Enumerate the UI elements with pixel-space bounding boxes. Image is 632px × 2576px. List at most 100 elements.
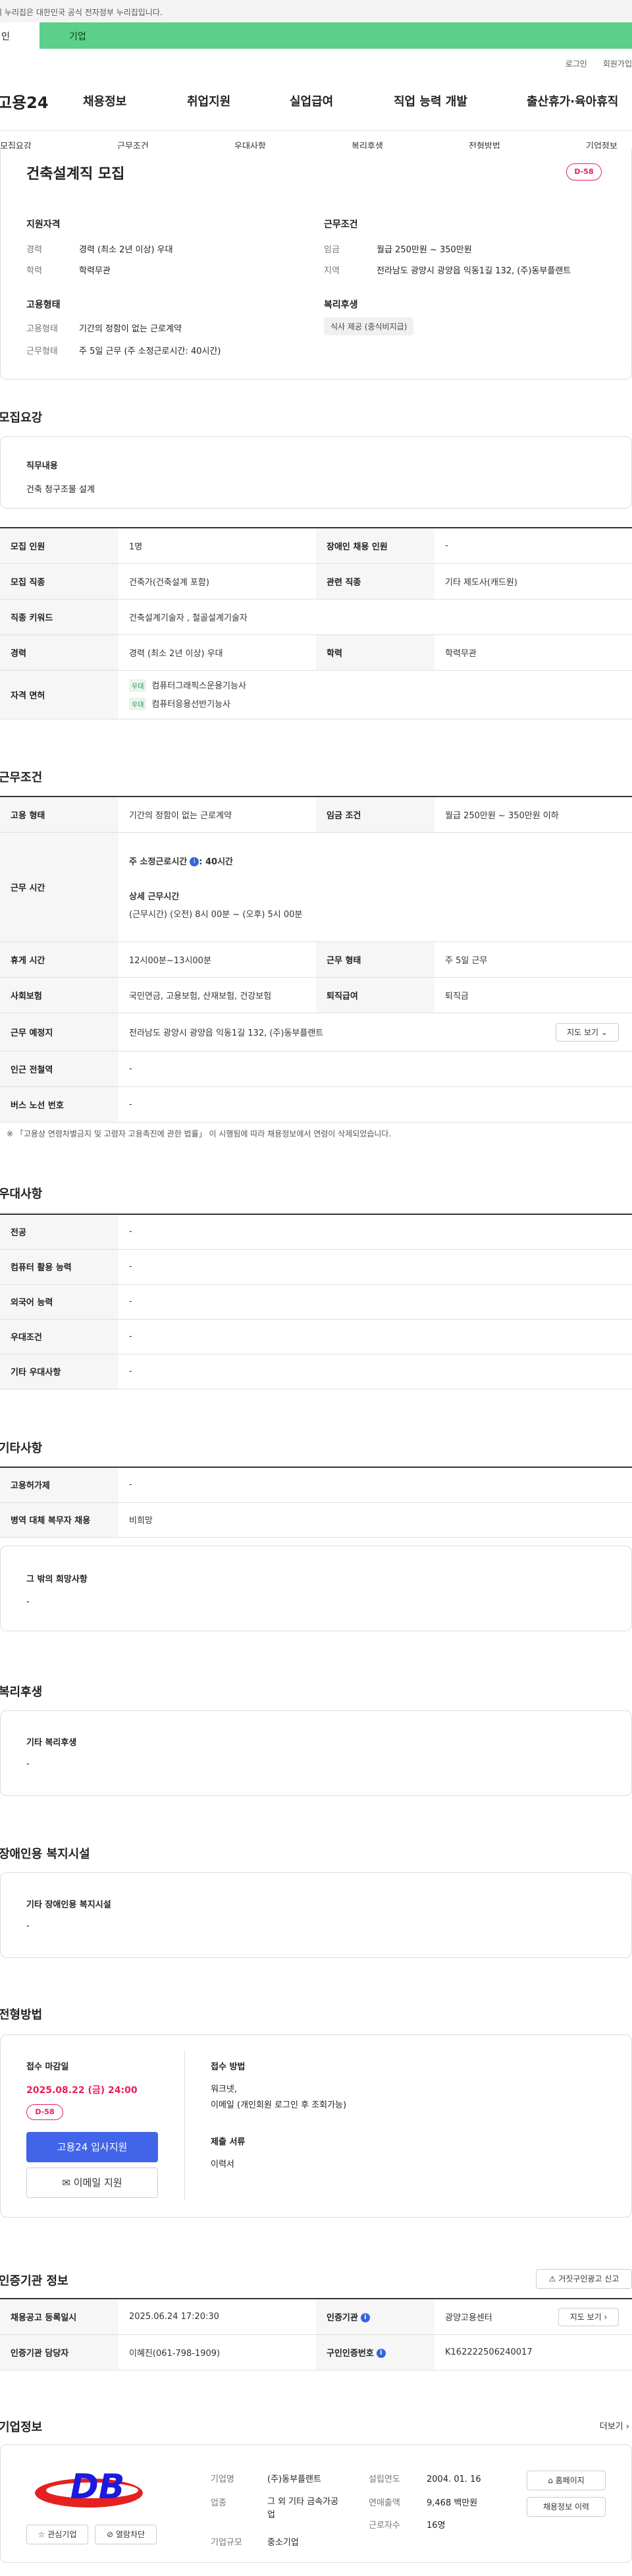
company-logo-text: DB — [70, 2467, 125, 2507]
apply-dday-badge: D-58 — [26, 2104, 63, 2120]
work-section-title: 근무조건 — [0, 771, 43, 785]
rest-value: 12시00분~13시00분 — [118, 941, 316, 978]
nav-parental-leave[interactable]: 출산휴가·육아휴직 — [527, 92, 618, 109]
report-button[interactable]: ⚠ 거짓구인광고 신고 — [536, 2269, 632, 2289]
chevron-right-icon: › — [604, 2312, 608, 2322]
reg-date-value: 2025.06.24 17:20:30 — [118, 2299, 316, 2335]
other-wish-box — [0, 1546, 632, 1631]
join-link[interactable]: 회원가입 — [603, 59, 632, 69]
count-label: 모집 인원 — [0, 528, 118, 564]
deadline-label: 접수 마감일 — [26, 2062, 69, 2072]
company-industry-label: 업종 — [211, 2498, 226, 2508]
founded-value: 2004. 01. 16 — [427, 2475, 481, 2484]
license-badge: 우대 — [129, 679, 147, 692]
cert-map-button[interactable]: 지도 보기 › — [558, 2308, 619, 2326]
license-label: 자격 면허 — [0, 670, 118, 719]
apply-button[interactable]: 고용24 입사지원 — [26, 2132, 158, 2162]
table-row: 인증기관 담당자 이혜진(061-798-1909) 구인인증번호 i K1622… — [0, 2334, 632, 2370]
company-size-row: 기업규모 중소기업 — [211, 2535, 382, 2548]
bus-value: - — [118, 1086, 632, 1123]
site-logo[interactable]: 고용24 — [0, 90, 49, 113]
welfare-pill: 식사 제공 (중식비지급) — [324, 318, 414, 335]
info-icon[interactable]: i — [360, 2313, 370, 2323]
bus-label: 버스 노선 번호 — [0, 1086, 118, 1123]
apply-divider — [184, 2050, 185, 2200]
pref-value: - — [118, 1319, 632, 1355]
manager-value: 이혜진(061-798-1909) — [118, 2334, 316, 2370]
duty-text: 건축 청구조물 설계 — [26, 485, 95, 495]
welfare-value: - — [26, 1759, 30, 1769]
deadline-value: 2025.08.22 (금) 24:00 — [26, 2085, 138, 2096]
favorite-company-button[interactable]: ☆ 관심기업 — [26, 2525, 88, 2544]
disability-label: 장애인 채용 인원 — [316, 528, 434, 564]
cert-org-name: 광양고용센터 — [445, 2312, 492, 2323]
related-value: 기타 제도사(캐드원) — [434, 563, 632, 600]
map-button[interactable]: 지도 보기 ⌄ — [556, 1022, 619, 1042]
chevron-right-icon: › — [625, 2422, 629, 2432]
wage-value: 월급 250만원 ~ 350만원 이하 — [434, 797, 632, 833]
employees-label: 근로자수 — [369, 2521, 400, 2531]
preference-section-title: 우대사항 — [0, 1187, 43, 1201]
nav-employment-support[interactable]: 취업지원 — [187, 92, 230, 109]
welfare-box — [0, 1710, 632, 1796]
pref-label: 전공 — [0, 1214, 118, 1250]
license-name: 컴퓨터응용선반기능사 — [151, 700, 231, 710]
more-label: 더보기 — [599, 2422, 623, 2432]
nav-job-info[interactable]: 채용정보 — [83, 92, 126, 109]
dday-badge: D-58 — [566, 163, 602, 181]
pref-label: 외국어 능력 — [0, 1284, 118, 1320]
summary-work-type-value: 주 5일 근무 (주 소정근로시간: 40시간) — [79, 347, 221, 356]
summary-emp-type-label: 고용형태 — [26, 324, 58, 334]
work-time-label: 근무 시간 — [0, 832, 118, 942]
table-row: 모집 직종 건축가(건축설계 포함) 관련 직종 기타 제도사(캐드원) — [0, 563, 632, 600]
table-row: 자격 면허 우대 컴퓨터그래픽스운용기능사 우대 컴퓨터응용선반기능사 — [0, 670, 632, 719]
company-name-row: 기업명 (주)동부플랜트 — [211, 2472, 382, 2484]
welfare-section-title: 복리후생 — [0, 1685, 43, 1699]
age-note: ※ 「고용상 연령차별금지 및 고령자 고용촉진에 관한 법률」 이 시행됨에 … — [7, 1129, 392, 1138]
email-apply-button[interactable]: ✉ 이메일 지원 — [26, 2168, 158, 2198]
retirement-value: 퇴직금 — [434, 977, 632, 1013]
welfare-heading: 복리후생 — [324, 300, 358, 310]
login-link[interactable]: 로그인 — [566, 59, 587, 69]
summary-education-label: 학력 — [26, 266, 42, 276]
detail-hours-value: (근무시간) (오전) 8시 00분 ~ (오후) 5시 00분 — [129, 909, 303, 920]
education-label: 학력 — [316, 634, 434, 671]
info-icon[interactable]: i — [190, 857, 199, 866]
other-wish-label: 그 밖의 희망사항 — [26, 1575, 88, 1584]
cert-org-value: 광양고용센터 지도 보기 › — [434, 2299, 632, 2335]
tab-company[interactable]: 기업 — [40, 22, 632, 49]
recruit-section-title: 모집요강 — [0, 411, 43, 425]
insurance-value: 국민연금, 고용보험, 산재보험, 건강보험 — [118, 977, 316, 1013]
wage-label: 임금 조건 — [316, 797, 434, 833]
report-label: 거짓구인광고 신고 — [558, 2274, 619, 2283]
bell-icon: ⚠ — [548, 2274, 556, 2283]
company-name-value: (주)동부플랜트 — [267, 2475, 321, 2484]
emp-type-label: 고용 형태 — [0, 797, 118, 833]
summary-work-type-label: 근무형태 — [26, 347, 58, 356]
table-row: 버스 노선 번호 - — [0, 1086, 632, 1123]
nav-unemployment-benefit[interactable]: 실업급여 — [290, 92, 333, 109]
company-section-title: 기업정보 — [0, 2421, 43, 2434]
company-industry-value: 그 외 기타 금속가공업 — [267, 2497, 339, 2520]
recruit-table: 모집 인원 1명 장애인 채용 인원 - 모집 직종 건축가(건축설계 포함) … — [0, 527, 632, 719]
nav-vocational-training[interactable]: 직업 능력 개발 — [394, 92, 467, 109]
conditions-heading: 근무조건 — [324, 219, 358, 230]
weekly-hours-label: 주 소정근로시간 — [129, 856, 188, 867]
job-history-button[interactable]: 채용정보 이력 — [527, 2497, 606, 2517]
employment-heading: 고용형태 — [26, 300, 61, 310]
info-icon[interactable]: i — [376, 2349, 386, 2358]
table-row: 근무 시간 주 소정근로시간 i: 40시간 상세 근무시간 (근무시간) (오전… — [0, 832, 632, 942]
cert-no-label: 구인인증번호 i — [316, 2334, 434, 2370]
summary-emp-type: 고용형태 기간의 정함이 없는 근로계약 — [26, 322, 182, 334]
count-value: 1명 — [118, 528, 316, 564]
mail-icon: ✉ — [62, 2177, 70, 2189]
weekly-hours-value: : 40시간 — [199, 856, 233, 867]
method-value-2: 이메일 (개인회원 로그인 후 조회가능) — [211, 2100, 347, 2110]
block-view-button[interactable]: ⊘ 열람차단 — [95, 2525, 157, 2544]
more-link[interactable]: 더보기 › — [600, 2419, 629, 2432]
star-icon: ☆ — [38, 2530, 45, 2539]
station-value: - — [118, 1051, 632, 1087]
tab-individual[interactable]: 인 — [0, 22, 40, 49]
homepage-button[interactable]: ⌂ 홈페이지 — [527, 2471, 606, 2490]
qualification-heading: 지원자격 — [26, 219, 61, 230]
